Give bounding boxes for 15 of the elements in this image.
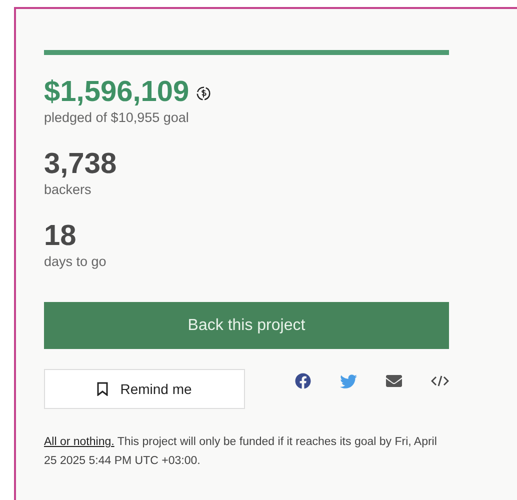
stat-value: $1,596,109 (44, 75, 190, 109)
back-project-button[interactable]: Back this project (44, 302, 449, 349)
stat-label: pledged of $10,955 goal (44, 109, 190, 126)
all-or-nothing-link[interactable]: All or nothing. (44, 436, 114, 448)
bookmark-icon (97, 382, 108, 396)
stat-value: 18 (44, 219, 76, 253)
currency-conversion-icon (195, 84, 212, 102)
envelope-icon[interactable] (385, 372, 404, 390)
remind-me-button[interactable]: Remind me (44, 369, 245, 409)
stat-label: backers (44, 181, 92, 198)
funding-note: All or nothing. This project will only be funded if it reaches its goal by Fri, April 25 2025 5:44 PM UTC +03:00. (44, 435, 438, 469)
twitter-bird-icon[interactable] (340, 372, 358, 390)
stat-value: 3,738 (44, 147, 117, 181)
stat-label: days to go (44, 253, 108, 270)
facebook-icon[interactable] (294, 372, 312, 390)
